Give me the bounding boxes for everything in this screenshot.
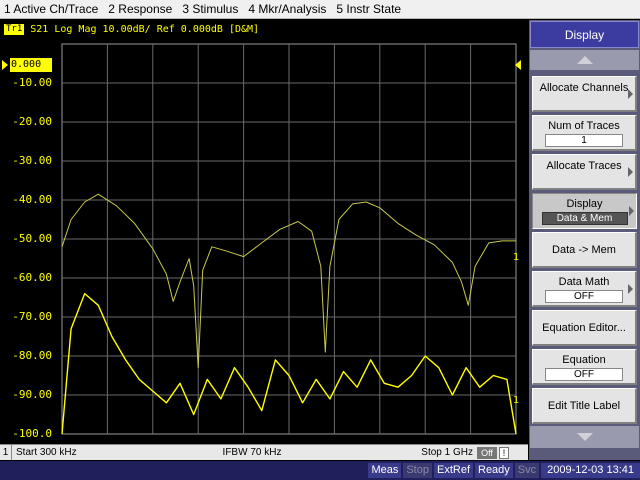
data-to-mem-label: Data -> Mem — [552, 244, 616, 256]
allocate-channels-button[interactable]: Allocate Channels — [532, 76, 637, 112]
menu-stimulus[interactable]: 3 Stimulus — [178, 0, 244, 19]
y-tick-label: -80.00 — [12, 349, 52, 362]
data-to-mem-button[interactable]: Data -> Mem — [532, 232, 637, 268]
submenu-arrow-icon — [628, 167, 633, 177]
warning-badge: ! — [499, 446, 509, 459]
start-frequency[interactable]: Start 300 kHz — [12, 447, 152, 458]
y-tick-label: -90.00 — [12, 388, 52, 401]
edit-title-label: Edit Title Label — [547, 400, 621, 412]
trace-end-marker: 1 — [513, 395, 520, 406]
display-mode-button[interactable]: Display Data & Mem — [532, 193, 637, 229]
trace-tag[interactable]: Tr1 — [4, 23, 25, 35]
arrow-up-icon — [577, 56, 593, 64]
allocate-channels-label: Allocate Channels — [539, 82, 629, 94]
date-time: 2009-12-03 13:41 — [541, 463, 640, 478]
y-tick-label: -10.00 — [12, 76, 52, 89]
y-tick-label: -40.00 — [12, 193, 52, 206]
num-traces-value: 1 — [545, 134, 623, 147]
ref-level-arrow-left-icon — [2, 60, 8, 70]
y-tick-label: -70.00 — [12, 310, 52, 323]
display-mode-value: Data & Mem — [541, 212, 628, 225]
submenu-arrow-icon — [628, 89, 633, 99]
trace-plot[interactable]: Tr1 S21 Log Mag 10.00dB/ Ref 0.000dB [D&… — [0, 20, 528, 444]
equation-editor-label: Equation Editor... — [542, 322, 626, 334]
trace-label: S21 Log Mag 10.00dB/ Ref 0.000dB [D&M] — [30, 23, 260, 35]
y-tick-label: -30.00 — [12, 154, 52, 167]
off-badge: Off — [477, 446, 497, 459]
ifbw-value[interactable]: IFBW 70 kHz — [152, 447, 352, 458]
chart-svg — [61, 43, 517, 435]
allocate-traces-button[interactable]: Allocate Traces — [532, 154, 637, 190]
equation-value: OFF — [545, 368, 623, 381]
trace-header: Tr1 S21 Log Mag 10.00dB/ Ref 0.000dB [D&… — [4, 22, 259, 36]
display-mode-label: Display — [566, 198, 603, 210]
meas-indicator: Meas — [368, 463, 402, 478]
channel-number: 1 — [0, 445, 12, 460]
equation-editor-button[interactable]: Equation Editor... — [532, 310, 637, 346]
y-tick-label: -60.00 — [12, 271, 52, 284]
svc-indicator: Svc — [514, 463, 540, 478]
equation-label: Equation — [562, 354, 606, 366]
menu-mkr-analysis[interactable]: 4 Mkr/Analysis — [244, 0, 332, 19]
ready-indicator: Ready — [475, 463, 513, 478]
trace-end-marker: 1 — [513, 252, 520, 263]
softkey-menu-title: Display — [530, 21, 639, 48]
system-status-bar: Meas Stop ExtRef Ready Svc 2009-12-03 13… — [0, 461, 640, 480]
menu-instr-state[interactable]: 5 Instr State — [332, 0, 407, 19]
extref-indicator: ExtRef — [433, 463, 473, 478]
softkey-panel: Display Allocate Channels Num of Traces … — [529, 20, 640, 460]
edit-title-label-button[interactable]: Edit Title Label — [532, 388, 637, 424]
allocate-traces-label: Allocate Traces — [546, 160, 622, 172]
num-traces-label: Num of Traces — [548, 120, 620, 132]
softkey-scroll-down[interactable] — [530, 426, 639, 448]
data-math-label: Data Math — [558, 276, 610, 288]
data-math-value: OFF — [545, 290, 623, 303]
equation-button[interactable]: Equation OFF — [532, 349, 637, 385]
menu-active-ch-trace[interactable]: 1 Active Ch/Trace — [0, 0, 104, 19]
ref-level-value: 0.000 — [10, 58, 52, 72]
channel-status-bar: 1 Start 300 kHz IFBW 70 kHz Stop 1 GHz O… — [0, 444, 528, 460]
menu-bar: 1 Active Ch/Trace 2 Response 3 Stimulus … — [0, 0, 640, 19]
ref-level-arrow-right-icon — [515, 60, 521, 70]
y-tick-label: -50.00 — [12, 232, 52, 245]
menu-response[interactable]: 2 Response — [104, 0, 178, 19]
submenu-arrow-icon — [628, 284, 633, 294]
y-tick-label: -20.00 — [12, 115, 52, 128]
submenu-arrow-icon — [629, 206, 634, 216]
stop-frequency[interactable]: Stop 1 GHz — [352, 447, 477, 458]
arrow-down-icon — [577, 433, 593, 441]
data-math-button[interactable]: Data Math OFF — [532, 271, 637, 307]
softkey-scroll-up[interactable] — [530, 50, 639, 70]
stop-indicator: Stop — [403, 463, 432, 478]
y-tick-label: -100.0 — [12, 427, 52, 440]
num-traces-button[interactable]: Num of Traces 1 — [532, 115, 637, 151]
